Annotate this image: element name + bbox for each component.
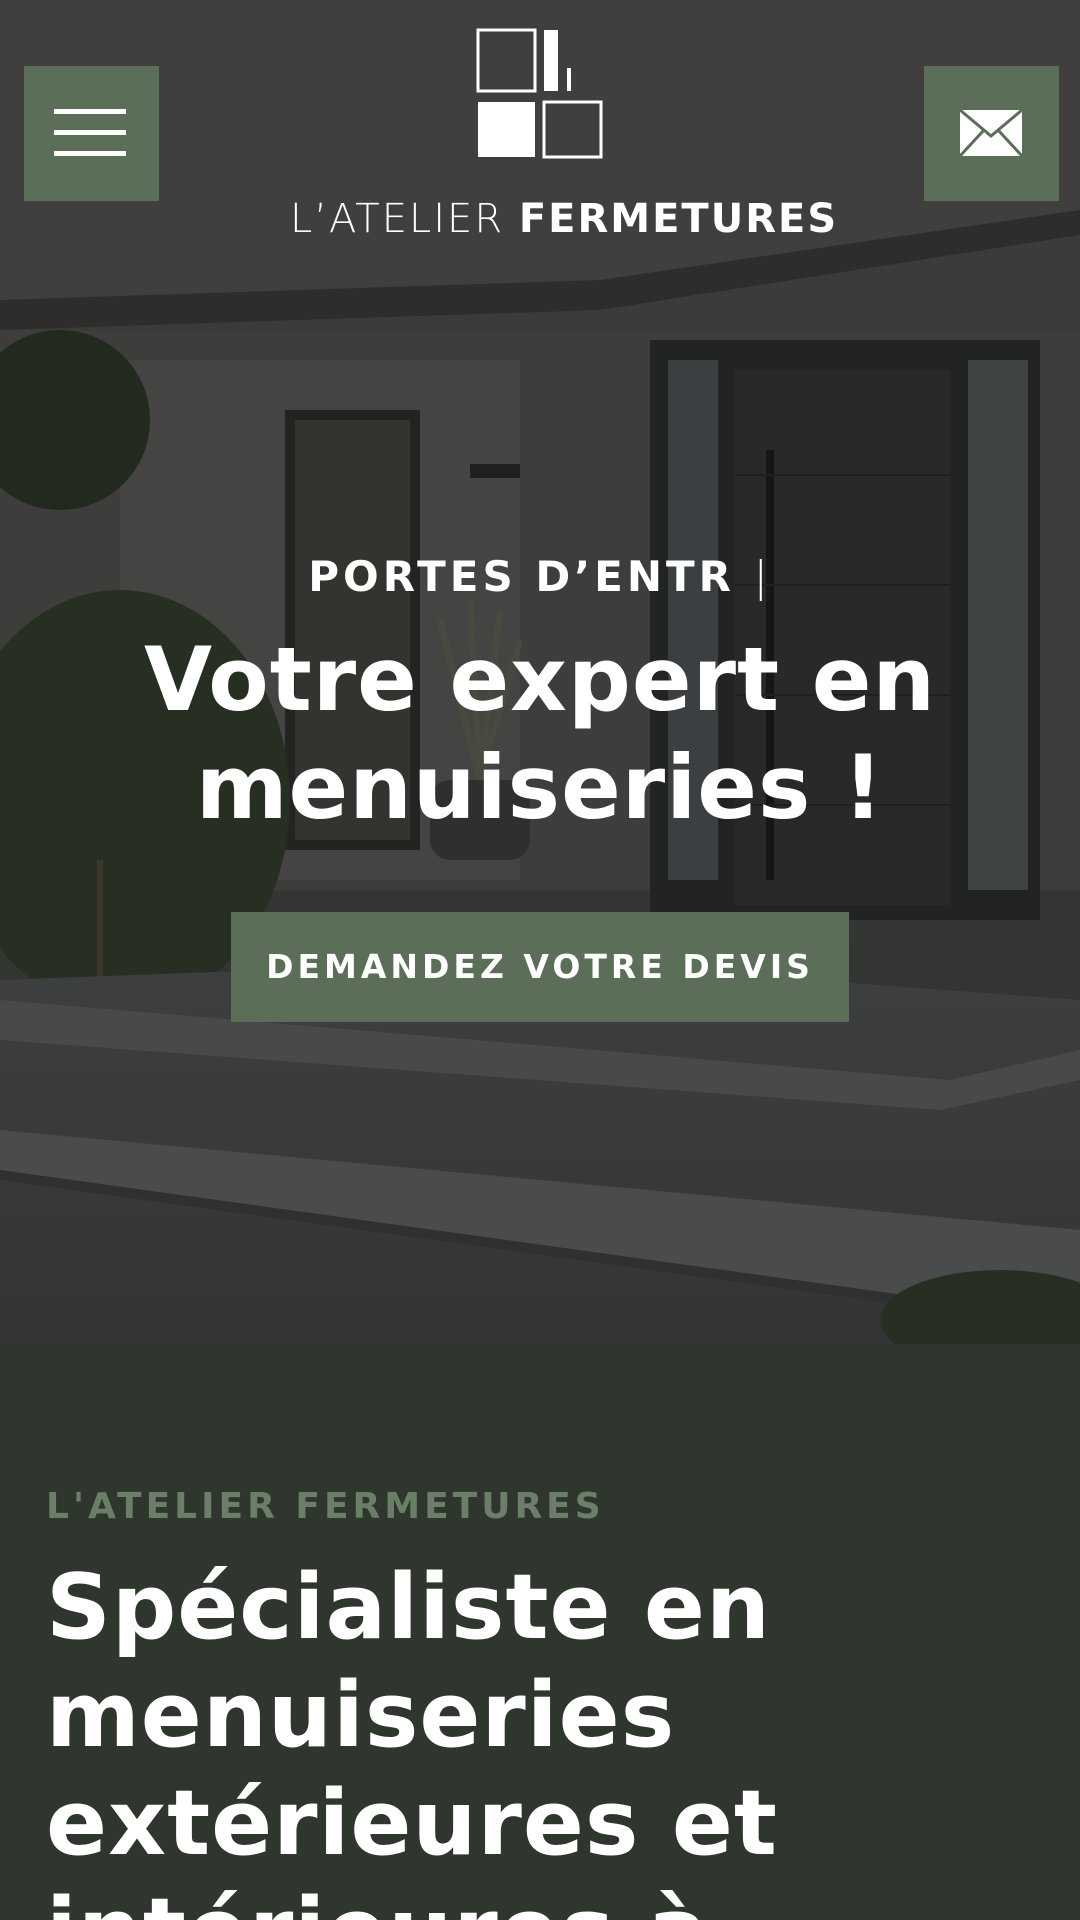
hero-kicker: PORTES D’ENTR | <box>0 552 1080 601</box>
hero-title: Votre expert en menuiseries ! <box>143 628 937 839</box>
about-title: Spécialiste en menuiseries extérieures e… <box>46 1555 778 1920</box>
hamburger-menu-icon-bar <box>54 130 126 135</box>
menu-button[interactable] <box>24 66 159 201</box>
about-section: L'ATELIER FERMETURES Spécialiste en menu… <box>0 1344 1080 1920</box>
quote-request-button[interactable]: DEMANDEZ VOTRE DEVIS <box>231 912 849 1022</box>
logo-mark-icon <box>476 28 603 159</box>
hero-section: L’ATELIER FERMETURES PORTES D’ENTR | Vot… <box>0 0 1080 1344</box>
hero-kicker-text: PORTES D’ENTR <box>308 552 736 601</box>
logo-wordmark-bold: FERMETURES <box>518 196 839 242</box>
site-logo[interactable]: L’ATELIER FERMETURES <box>290 28 836 248</box>
hamburger-menu-icon <box>54 109 126 114</box>
logo-wordmark-light: L’ATELIER <box>290 196 505 242</box>
typing-caret: | <box>753 552 772 601</box>
about-kicker: L'ATELIER FERMETURES <box>46 1486 605 1527</box>
hamburger-menu-icon-bar <box>54 151 126 156</box>
envelope-icon <box>958 108 1024 158</box>
logo-wordmark: L’ATELIER FERMETURES <box>290 196 836 242</box>
contact-mail-button[interactable] <box>924 66 1059 201</box>
